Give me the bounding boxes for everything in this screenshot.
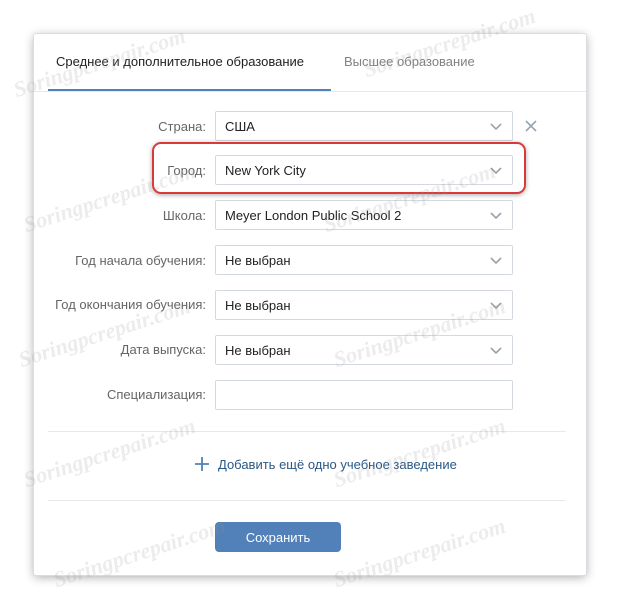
screenshot-canvas: Среднее и дополнительное образование Выс… <box>0 0 621 610</box>
country-label: Страна: <box>158 119 206 134</box>
school-value: Meyer London Public School 2 <box>225 208 402 223</box>
chevron-down-icon <box>490 123 502 131</box>
education-tabs: Среднее и дополнительное образование Выс… <box>34 34 586 92</box>
save-button[interactable]: Сохранить <box>215 522 341 552</box>
chevron-down-icon <box>490 302 502 310</box>
chevron-down-icon <box>490 167 502 175</box>
tab-higher-education[interactable]: Высшее образование <box>344 54 475 69</box>
end-year-label: Год окончания обучения: <box>55 297 206 312</box>
end-year-select[interactable]: Не выбран <box>215 290 513 320</box>
divider <box>48 500 566 501</box>
chevron-down-icon <box>490 257 502 265</box>
start-year-select[interactable]: Не выбран <box>215 245 513 275</box>
school-label: Школа: <box>162 208 206 223</box>
education-settings-card: Среднее и дополнительное образование Выс… <box>34 34 586 575</box>
city-select[interactable]: New York City <box>215 155 513 185</box>
city-label: Город: <box>167 163 206 178</box>
chevron-down-icon <box>490 212 502 220</box>
add-institution-text: Добавить ещё одно учебное заведение <box>218 457 457 472</box>
graduation-date-value: Не выбран <box>225 343 291 358</box>
specialization-label: Специализация: <box>107 387 206 402</box>
country-select[interactable]: США <box>215 111 513 141</box>
graduation-date-label: Дата выпуска: <box>120 342 206 357</box>
country-value: США <box>225 119 255 134</box>
start-year-label: Год начала обучения: <box>75 253 206 268</box>
plus-icon <box>195 457 209 471</box>
city-value: New York City <box>225 163 306 178</box>
end-year-value: Не выбран <box>225 298 291 313</box>
tab-secondary-education[interactable]: Среднее и дополнительное образование <box>56 54 304 69</box>
active-tab-indicator <box>48 89 331 91</box>
specialization-input[interactable] <box>215 380 513 410</box>
close-icon[interactable] <box>524 119 538 133</box>
graduation-date-select[interactable]: Не выбран <box>215 335 513 365</box>
divider <box>48 431 566 432</box>
chevron-down-icon <box>490 347 502 355</box>
start-year-value: Не выбран <box>225 253 291 268</box>
school-select[interactable]: Meyer London Public School 2 <box>215 200 513 230</box>
